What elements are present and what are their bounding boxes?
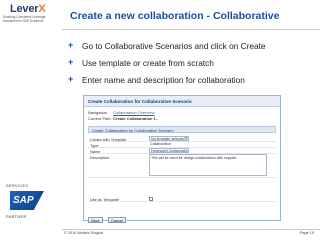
plus-icon: + [68, 74, 74, 84]
cancel-button[interactable]: Cancel [108, 217, 126, 224]
bullet-item: + Enter name and description for collabor… [68, 74, 245, 85]
use-as-template-row: Use as Template [88, 196, 276, 202]
sap-logo: SAP [10, 191, 44, 210]
bullet-item: + Use template or create from scratch [68, 57, 214, 68]
name-input[interactable]: Honeywell Collaboration [149, 148, 189, 154]
chevron-down-icon: ▾ [184, 136, 188, 141]
copyright: © 2010 Wellshi Singhal [64, 231, 104, 235]
bullet-list: + Go to Collaborative Scenarios and click… [68, 40, 266, 92]
page-number: Page 15 [299, 231, 314, 235]
navigation-row: Navigation Collaboration Overview [88, 110, 155, 115]
section-title: Create Collaboration for Collaborative S… [88, 126, 276, 133]
collaboration-overview-link[interactable]: Collaboration Overview [113, 110, 154, 115]
save-button[interactable]: Save [88, 217, 103, 224]
screen-header: Create Collaboration for Collaborative S… [84, 96, 280, 107]
plus-icon: + [68, 57, 74, 67]
logo-wordmark: LeverX [10, 3, 46, 15]
title-divider [62, 29, 320, 30]
sap-services-partner-badge: SERVICES SAP PARTNER [6, 181, 58, 231]
current-path-value: Create Collaboration f... [113, 116, 159, 121]
logo-tagline: Enabling Consistent Leverage Investment … [3, 15, 46, 23]
slide-title: Create a new collaboration - Collaborati… [70, 10, 280, 22]
leverx-logo: LeverX Enabling Consistent Leverage Inve… [2, 3, 60, 35]
type-value: Collaboration [150, 142, 172, 147]
current-path-row: Current Path Create Collaboration f... [88, 116, 159, 121]
sidebar: LeverX Enabling Consistent Leverage Inve… [0, 0, 62, 240]
plus-icon: + [68, 40, 74, 50]
bullet-item: + Go to Collaborative Scenarios and click… [68, 40, 266, 51]
action-buttons: Save Cancel [88, 209, 127, 227]
template-select[interactable]: No template selected ▾ [149, 136, 189, 142]
description-textarea[interactable]: This will be used for design collaborati… [149, 154, 267, 176]
sap-screen: Create Collaboration for Collaborative S… [83, 95, 281, 224]
use-as-template-checkbox[interactable] [149, 196, 153, 201]
footer-divider [62, 229, 320, 230]
